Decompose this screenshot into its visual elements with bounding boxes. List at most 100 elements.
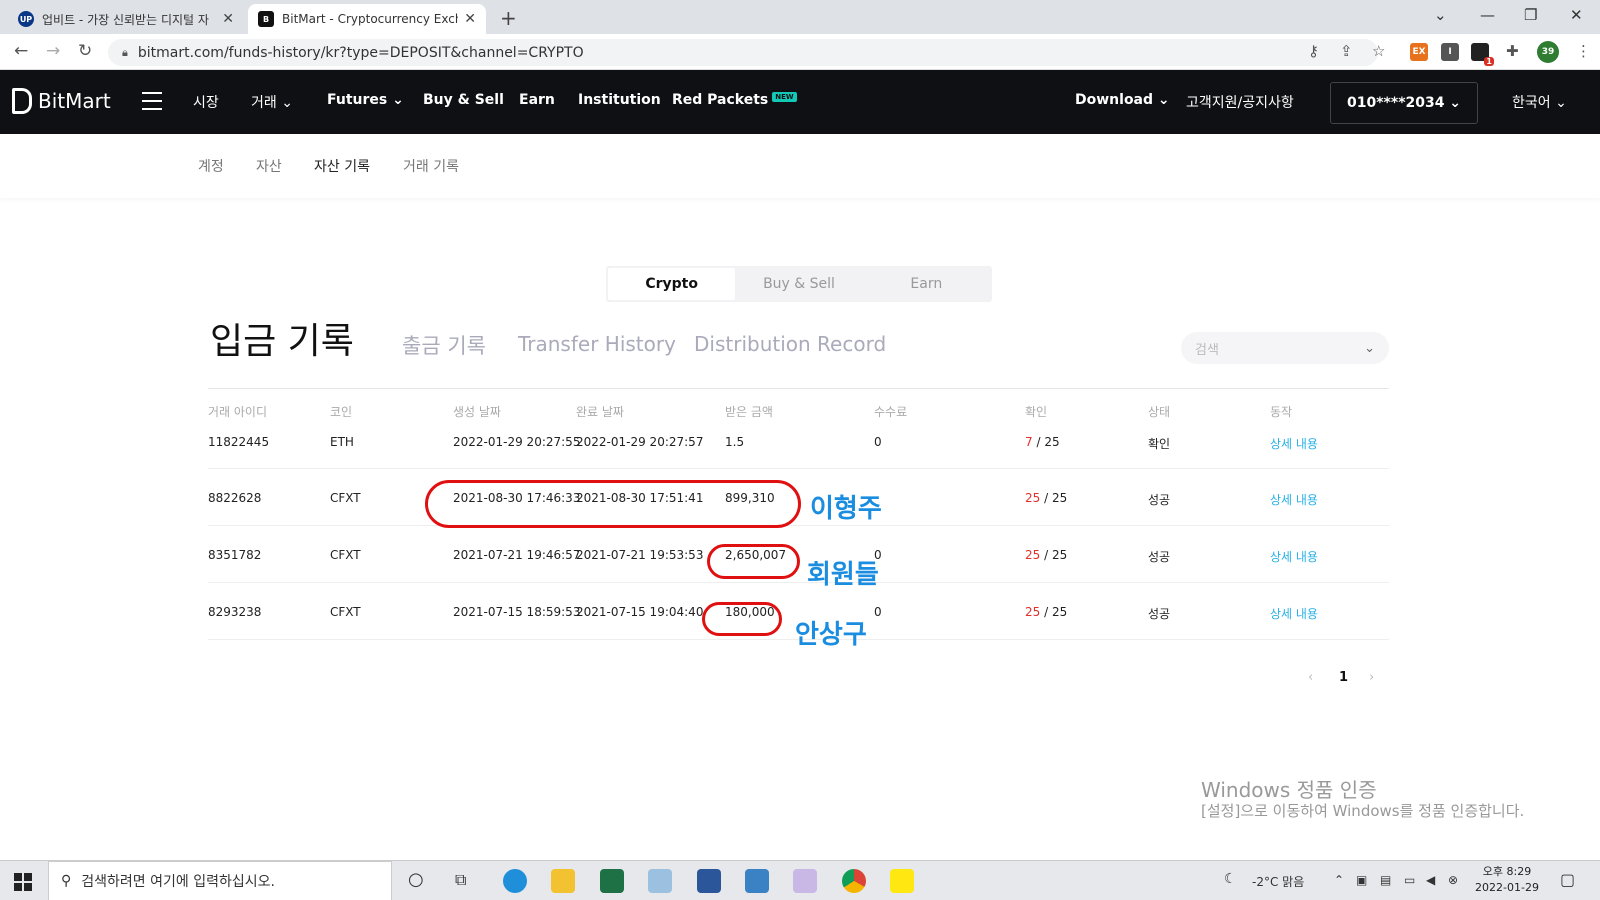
tab-withdrawal-history[interactable]: 출금 기록	[402, 330, 486, 360]
nav-market[interactable]: 시장	[193, 92, 219, 112]
nav-support[interactable]: 고객지원/공지사항	[1186, 92, 1294, 112]
details-link[interactable]: 상세 내용	[1270, 491, 1318, 508]
key-icon[interactable]: ⚷	[1308, 42, 1319, 60]
nav-red-packets-label: Red Packets	[672, 92, 769, 108]
windows-start-icon[interactable]	[14, 873, 32, 891]
chevron-down-icon: ⌄	[1449, 95, 1461, 111]
tray-app-icon[interactable]: ▤	[1380, 873, 1391, 887]
file-explorer-icon[interactable]	[551, 869, 575, 893]
puzzle-extensions-icon[interactable]: ✚	[1506, 42, 1519, 60]
annotation-label: 회원들	[807, 560, 879, 590]
pagination-page-1[interactable]: 1	[1339, 670, 1348, 685]
url-input[interactable]: 🔒︎ bitmart.com/funds-history/kr?type=DEP…	[108, 39, 1378, 66]
tab-title: 업비트 - 가장 신뢰받는 디지털 자	[42, 12, 209, 27]
notification-icon[interactable]: ▢	[1560, 870, 1575, 889]
extension-badge-icon[interactable]: 1	[1471, 43, 1494, 66]
nav-institution[interactable]: Institution	[578, 92, 661, 108]
nav-earn[interactable]: Earn	[519, 92, 555, 108]
kakaotalk-icon[interactable]	[890, 869, 914, 893]
tray-device-icon[interactable]: ▣	[1356, 873, 1367, 887]
profile-avatar[interactable]: 39	[1537, 41, 1559, 63]
table-row: 11822445 ETH 2022-01-29 20:27:55 2022-01…	[208, 429, 1389, 469]
bitmart-logo-icon	[12, 88, 32, 114]
nav-red-packets[interactable]: Red Packets NEW	[672, 92, 797, 108]
app-icon[interactable]	[648, 869, 672, 893]
browser-tab-bitmart[interactable]: B BitMart - Cryptocurrency Excha ✕	[248, 4, 486, 34]
subnav-trade-history[interactable]: 거래 기록	[403, 156, 459, 176]
taskbar-search-input[interactable]: ⚲ 검색하려면 여기에 입력하십시오.	[48, 861, 392, 900]
confirmations-total: / 25	[1044, 491, 1068, 505]
minimize-icon[interactable]: —	[1480, 6, 1495, 24]
nav-trade[interactable]: 거래 ⌄	[251, 92, 293, 112]
details-link[interactable]: 상세 내용	[1270, 605, 1318, 622]
bitmart-logo[interactable]: BitMart	[12, 88, 111, 114]
extension-i-icon[interactable]: I	[1441, 43, 1459, 61]
language-label: 한국어	[1512, 95, 1551, 111]
nav-buy-sell[interactable]: Buy & Sell	[423, 92, 504, 108]
back-arrow-icon[interactable]: ←	[14, 41, 28, 61]
close-icon[interactable]: ✕	[222, 11, 234, 27]
tab-search-chevron-icon[interactable]: ⌄	[1434, 6, 1447, 24]
coin-search-select[interactable]: 검색 ⌄	[1181, 332, 1389, 364]
subnav-asset-history[interactable]: 자산 기록	[314, 156, 370, 176]
segment-earn[interactable]: Earn	[863, 268, 990, 300]
network-icon[interactable]: ▭	[1404, 873, 1415, 887]
browser-tab-strip: UP 업비트 - 가장 신뢰받는 디지털 자 ✕ B BitMart - Cry…	[0, 0, 1600, 34]
annotation-circle-amount	[707, 544, 800, 579]
tab-distribution-record[interactable]: Distribution Record	[694, 332, 886, 356]
tab-deposit-history[interactable]: 입금 기록	[210, 312, 354, 364]
upbit-favicon-icon: UP	[18, 11, 34, 27]
hwp-icon[interactable]	[745, 869, 769, 893]
forward-arrow-icon[interactable]: →	[46, 41, 60, 61]
weather-text[interactable]: -2°C 맑음	[1252, 873, 1304, 890]
segment-buy-sell[interactable]: Buy & Sell	[735, 268, 862, 300]
header-tx-id: 거래 아이디	[208, 405, 268, 419]
bookmark-star-icon[interactable]: ☆	[1372, 42, 1385, 60]
subnav-account[interactable]: 계정	[198, 156, 224, 176]
new-tab-plus-icon[interactable]: +	[500, 6, 517, 30]
tab-transfer-history[interactable]: Transfer History	[518, 332, 676, 356]
restore-icon[interactable]: ❐	[1524, 6, 1537, 24]
extension-ex-icon[interactable]: EX	[1410, 43, 1428, 61]
channel-segmented-control: Crypto Buy & Sell Earn	[606, 266, 992, 302]
confirmations-total: / 25	[1044, 548, 1068, 562]
tab-title: BitMart - Cryptocurrency Excha	[282, 12, 459, 26]
ime-icon[interactable]: ⊗	[1448, 873, 1458, 887]
address-bar: ← → ↻ 🔒︎ bitmart.com/funds-history/kr?ty…	[0, 34, 1600, 70]
window-close-icon[interactable]: ✕	[1570, 6, 1583, 24]
cell-fee: 0	[874, 435, 882, 449]
more-menu-icon[interactable]: ⋮	[1576, 42, 1591, 60]
chrome-icon[interactable]	[842, 869, 866, 893]
account-subnav: 계정 자산 자산 기록 거래 기록	[0, 134, 1600, 198]
cell-created: 2022-01-29 20:27:55	[453, 435, 581, 449]
taskbar-clock[interactable]: 오후 8:29 2022-01-29	[1475, 864, 1539, 896]
word-icon[interactable]	[697, 869, 721, 893]
language-selector[interactable]: 한국어 ⌄	[1512, 92, 1567, 112]
reload-icon[interactable]: ↻	[78, 41, 92, 61]
header-amount: 받은 금액	[725, 405, 773, 419]
paint-icon[interactable]	[793, 869, 817, 893]
close-icon[interactable]: ✕	[464, 11, 476, 27]
excel-icon[interactable]	[600, 869, 624, 893]
pagination-next-icon[interactable]: ›	[1369, 670, 1374, 685]
header-fee: 수수료	[874, 405, 908, 419]
nav-download[interactable]: Download ⌄	[1075, 92, 1170, 108]
browser-tab-upbit[interactable]: UP 업비트 - 가장 신뢰받는 디지털 자 ✕	[8, 4, 244, 34]
hamburger-menu-icon[interactable]	[142, 92, 162, 116]
details-link[interactable]: 상세 내용	[1270, 435, 1318, 452]
annotation-label: 안상구	[795, 620, 867, 650]
task-view-icon[interactable]: ⧉	[455, 870, 466, 890]
pagination-prev-icon[interactable]: ‹	[1308, 670, 1313, 685]
cortana-circle-icon[interactable]: ○	[408, 869, 424, 890]
segment-crypto[interactable]: Crypto	[608, 268, 736, 300]
cell-tx-id: 11822445	[208, 435, 270, 449]
account-dropdown[interactable]: 010****2034 ⌄	[1330, 82, 1478, 124]
lock-icon: 🔒︎	[122, 45, 128, 59]
tray-chevron-up-icon[interactable]: ⌃	[1334, 873, 1344, 887]
details-link[interactable]: 상세 내용	[1270, 548, 1318, 565]
volume-icon[interactable]: ◀	[1426, 873, 1435, 887]
edge-browser-icon[interactable]	[503, 869, 527, 893]
share-icon[interactable]: ⇪	[1340, 42, 1353, 60]
nav-futures[interactable]: Futures ⌄	[327, 92, 404, 108]
subnav-assets[interactable]: 자산	[256, 156, 282, 176]
